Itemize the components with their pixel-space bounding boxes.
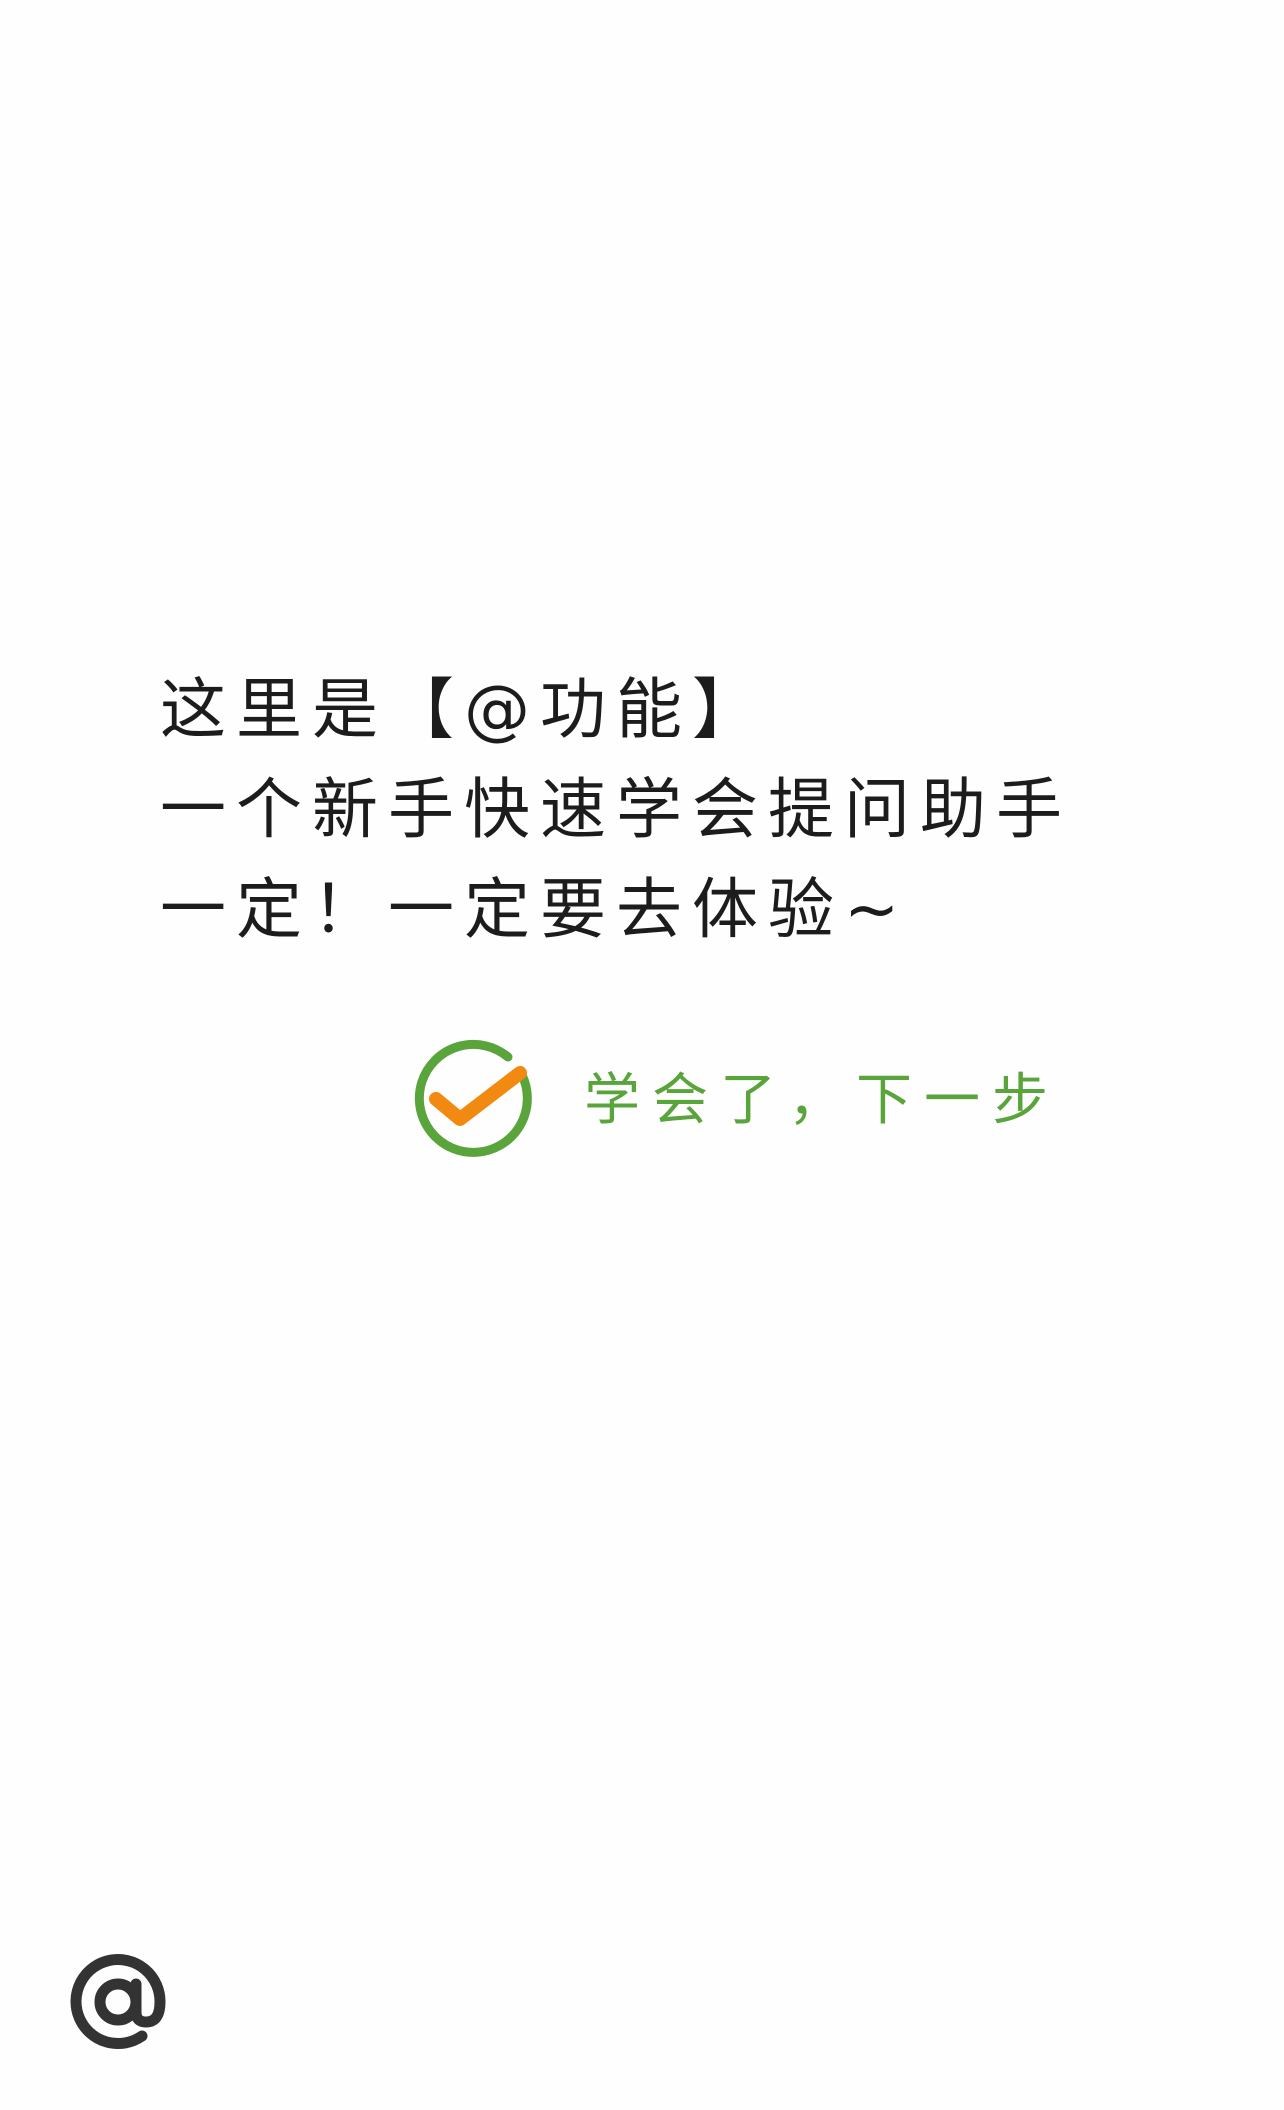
guide-line-2: 一个新手快速学会提问助手 — [160, 771, 1072, 848]
check-circle-icon — [414, 1039, 532, 1157]
guide-text: 这里是【@功能】 一个新手快速学会提问助手 一定！一定要去体验~ — [160, 660, 1120, 960]
next-step-button[interactable]: 学会了，下一步 — [408, 1030, 1048, 1160]
guide-line-3: 一定！一定要去体验~ — [160, 871, 910, 948]
next-step-label: 学会了，下一步 — [584, 1067, 1060, 1133]
guide-line-1: 这里是【@功能】 — [160, 671, 768, 748]
at-sign-icon[interactable] — [66, 1950, 170, 2054]
